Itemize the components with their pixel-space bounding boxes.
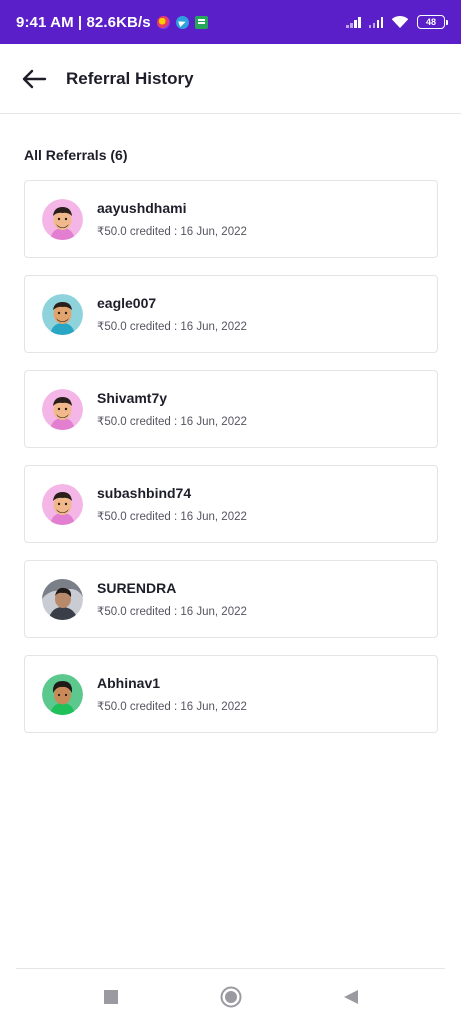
referral-credit: ₹50.0 credited : 16 Jun, 2022 (97, 701, 247, 713)
referral-credit: ₹50.0 credited : 16 Jun, 2022 (97, 606, 247, 618)
referral-list: aayushdhami ₹50.0 credited : 16 Jun, 202… (24, 180, 438, 750)
referral-credit: ₹50.0 credited : 16 Jun, 2022 (97, 416, 247, 428)
system-back-button[interactable] (336, 982, 366, 1012)
message-app-icon (194, 15, 208, 29)
square-recents-icon (103, 989, 118, 1004)
status-bar: 9:41 AM | 82.6KB/s 48 (0, 0, 461, 44)
system-nav-bar (16, 968, 445, 1024)
avatar (42, 673, 83, 715)
referral-credit: ₹50.0 credited : 16 Jun, 2022 (97, 226, 247, 238)
avatar (42, 578, 83, 620)
section-title: All Referrals (6) (24, 147, 128, 163)
status-time: 9:41 AM | 82.6KB/s (16, 13, 151, 31)
telegram-icon (175, 15, 189, 29)
avatar (42, 293, 83, 335)
avatar (42, 198, 83, 240)
card-text: Shivamt7y ₹50.0 credited : 16 Jun, 2022 (97, 390, 247, 428)
referral-card[interactable]: eagle007 ₹50.0 credited : 16 Jun, 2022 (24, 275, 438, 353)
status-indicators: 48 (346, 15, 448, 29)
referral-username: Shivamt7y (97, 390, 168, 406)
recents-button[interactable] (96, 982, 126, 1012)
app-notification-icon (156, 15, 170, 29)
arrow-left-icon (22, 69, 47, 88)
referral-credit: ₹50.0 credited : 16 Jun, 2022 (97, 511, 247, 523)
avatar (42, 388, 83, 430)
referral-card[interactable]: Shivamt7y ₹50.0 credited : 16 Jun, 2022 (24, 370, 438, 448)
wifi-icon (391, 15, 409, 29)
referral-card[interactable]: Abhinav1 ₹50.0 credited : 16 Jun, 2022 (24, 655, 438, 733)
app-header: Referral History (0, 44, 461, 114)
home-button[interactable] (216, 982, 246, 1012)
card-text: aayushdhami ₹50.0 credited : 16 Jun, 202… (97, 200, 247, 238)
notification-icons (156, 15, 208, 29)
referral-card[interactable]: SURENDRA ₹50.0 credited : 16 Jun, 2022 (24, 560, 438, 638)
referral-username: subashbind74 (97, 485, 192, 501)
page-title: Referral History (66, 68, 194, 88)
back-button[interactable] (14, 59, 54, 99)
referral-card[interactable]: aayushdhami ₹50.0 credited : 16 Jun, 202… (24, 180, 438, 258)
card-text: SURENDRA ₹50.0 credited : 16 Jun, 2022 (97, 580, 247, 618)
referral-username: aayushdhami (97, 200, 187, 216)
referral-credit: ₹50.0 credited : 16 Jun, 2022 (97, 321, 247, 333)
signal-2-icon (368, 16, 383, 28)
card-text: eagle007 ₹50.0 credited : 16 Jun, 2022 (97, 295, 247, 333)
avatar (42, 483, 83, 525)
circle-home-icon (220, 986, 241, 1007)
referral-username: eagle007 (97, 295, 157, 311)
referral-username: SURENDRA (97, 580, 177, 596)
battery-icon: 48 (417, 15, 448, 29)
triangle-back-icon (343, 989, 358, 1004)
card-text: subashbind74 ₹50.0 credited : 16 Jun, 20… (97, 485, 247, 523)
signal-1-icon (346, 16, 361, 28)
referral-card[interactable]: subashbind74 ₹50.0 credited : 16 Jun, 20… (24, 465, 438, 543)
card-text: Abhinav1 ₹50.0 credited : 16 Jun, 2022 (97, 675, 247, 713)
referral-username: Abhinav1 (97, 675, 161, 691)
